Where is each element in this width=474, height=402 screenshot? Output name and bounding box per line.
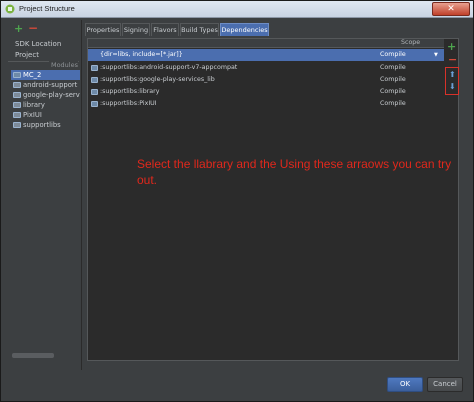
sidebar-item-sdk-location[interactable]: SDK Location [15,40,61,48]
dropdown-arrow-icon[interactable]: ▼ [434,49,438,61]
sidebar-item-project[interactable]: Project [15,51,39,59]
left-horizontal-scrollbar[interactable] [12,353,54,358]
module-folder-icon [13,102,21,108]
module-folder-icon [91,101,98,107]
module-list: MC_2 android-support google-play-serv li… [11,70,80,130]
dependency-name: :supportlibs:android-support-v7-appcompa… [100,64,238,71]
project-structure-window: Project Structure ✕ + − SDK Location Pro… [0,0,474,402]
module-label: android-support [23,81,78,89]
tab-flavors[interactable]: Flavors [151,23,179,36]
dependency-name: :supportlibs:PixIUI [100,100,157,107]
table-row[interactable]: :supportlibs:android-support-v7-appcompa… [88,62,444,74]
module-folder-icon [13,82,21,88]
module-label: MC_2 [23,71,42,79]
move-up-icon[interactable]: ⬆ [449,71,456,79]
dependency-name: :supportlibs:library [100,88,160,95]
dependency-name: {dir=libs, include=[*.jar]} [100,51,183,58]
module-folder-icon [13,72,21,78]
table-row[interactable]: :supportlibs:PixIUI Compile [88,98,444,110]
module-label: supportlibs [23,121,61,129]
module-folder-icon [91,89,98,95]
module-item-supportlibs[interactable]: supportlibs [11,120,80,130]
tab-properties[interactable]: Properties [85,23,121,36]
module-label: google-play-serv [23,91,80,99]
module-folder-icon [13,122,21,128]
scope-dropdown[interactable]: Compile [380,49,406,61]
dependencies-table: Scope {dir=libs, include=[*.jar]} Compil… [87,38,459,361]
modules-section-header: Modules [8,61,79,70]
ok-button[interactable]: OK [387,377,423,392]
table-row[interactable]: :supportlibs:library Compile [88,86,444,98]
dependency-name: :supportlibs:google-play-services_lib [100,76,215,83]
scope-dropdown[interactable]: Compile [380,74,406,86]
move-arrows-highlight: ⬆ ⬇ [445,67,459,95]
module-folder-icon [91,77,98,83]
module-item-android-support[interactable]: android-support [11,80,80,90]
annotation-text: Select the llabrary and the Using these … [137,157,452,187]
tab-dependencies[interactable]: Dependencies [220,23,269,36]
close-button[interactable]: ✕ [432,2,470,16]
android-studio-icon [5,4,15,14]
add-module-icon[interactable]: + [14,23,23,34]
modules-label: Modules [48,61,78,69]
remove-module-icon[interactable]: − [28,22,38,34]
table-row[interactable]: {dir=libs, include=[*.jar]} Compile ▼ [88,49,444,61]
window-title: Project Structure [19,4,75,13]
cancel-button[interactable]: Cancel [427,377,463,392]
module-label: library [23,101,45,109]
module-folder-icon [13,92,21,98]
tab-signing[interactable]: Signing [122,23,150,36]
add-dependency-icon[interactable]: + [447,41,456,52]
move-down-icon[interactable]: ⬇ [449,83,456,91]
tab-build-types[interactable]: Build Types [180,23,219,36]
remove-dependency-icon[interactable]: − [448,54,457,65]
title-bar[interactable]: Project Structure ✕ [1,1,473,18]
module-label: PixIUI [23,111,42,119]
module-item-google-play-services[interactable]: google-play-serv [11,90,80,100]
scope-dropdown[interactable]: Compile [380,62,406,74]
table-header: Scope [88,39,444,48]
left-panel: + − SDK Location Project Modules MC_2 an… [8,21,81,367]
table-row[interactable]: :supportlibs:google-play-services_lib Co… [88,74,444,86]
module-item-library[interactable]: library [11,100,80,110]
scope-dropdown[interactable]: Compile [380,86,406,98]
module-folder-icon [13,112,21,118]
module-item-mc2[interactable]: MC_2 [11,70,80,80]
panel-divider[interactable] [81,20,82,370]
module-folder-icon [91,65,98,71]
scope-column-header[interactable]: Scope [401,39,420,46]
module-item-pixiui[interactable]: PixIUI [11,110,80,120]
scope-dropdown[interactable]: Compile [380,98,406,110]
